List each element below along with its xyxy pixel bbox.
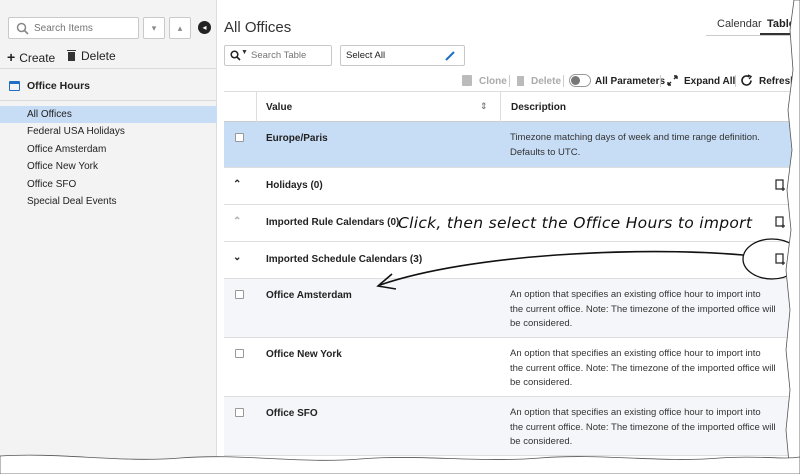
group-label: Holidays (0) <box>266 180 323 191</box>
sidebar-item-office-amsterdam[interactable]: Office Amsterdam <box>0 141 217 158</box>
add-row-icon[interactable] <box>775 179 786 191</box>
row-value: Office New York <box>266 349 342 360</box>
trash-icon <box>517 76 524 86</box>
plus-icon: + <box>7 49 16 65</box>
row-value: Office Amsterdam <box>266 290 352 301</box>
group-label: Imported Schedule Calendars (3) <box>266 254 423 265</box>
chevron-up-icon[interactable]: ⌃ <box>233 216 241 227</box>
chevron-up-icon[interactable]: ⌃ <box>233 179 241 190</box>
clone-icon <box>462 75 472 86</box>
trash-icon <box>67 50 76 61</box>
page-title: All Offices <box>224 19 292 36</box>
search-icon <box>230 50 241 61</box>
refresh-icon <box>741 74 753 86</box>
chevron-down-icon[interactable]: ▾ <box>143 17 165 39</box>
row-description: An option that specifies an existing off… <box>510 407 776 447</box>
sidebar-item-office-new-york[interactable]: Office New York <box>0 158 217 175</box>
sidebar-item-special-deal-events[interactable]: Special Deal Events <box>0 193 217 210</box>
expand-icon <box>667 75 678 86</box>
delete-label: Delete <box>81 49 116 63</box>
column-divider <box>500 92 501 122</box>
row-checkbox[interactable] <box>235 290 244 299</box>
group-row-holidays[interactable]: ⌃ Holidays (0) <box>224 168 800 205</box>
sidebar-item-all-offices[interactable]: All Offices <box>0 106 217 123</box>
refresh-button[interactable]: Refresh <box>759 76 796 87</box>
row-checkbox[interactable] <box>235 349 244 358</box>
chevron-up-icon[interactable]: ▴ <box>169 17 191 39</box>
collapse-icon[interactable]: ◂ <box>198 21 211 34</box>
row-description: An option that specifies an existing off… <box>510 348 776 388</box>
row-value: Office SFO <box>266 408 318 419</box>
all-parameters-label: All Parameters <box>595 76 666 87</box>
chevron-down-icon[interactable]: ⌄ <box>233 252 241 263</box>
annotation-callout: Click, then select the Office Hours to i… <box>398 214 753 232</box>
section-office-hours[interactable]: Office Hours <box>0 69 217 100</box>
table-row[interactable]: Office SFO An option that specifies an e… <box>224 397 800 456</box>
tab-table[interactable]: Table <box>767 18 795 30</box>
group-label: Imported Rule Calendars (0) <box>266 217 400 228</box>
row-checkbox[interactable] <box>235 133 244 142</box>
create-button[interactable]: + Create <box>7 49 55 65</box>
tab-calendar[interactable]: Calendar <box>717 18 762 30</box>
add-row-icon[interactable] <box>775 253 786 265</box>
sidebar-item-office-sfo[interactable]: Office SFO <box>0 176 217 193</box>
delete-row-button[interactable]: Delete <box>531 76 561 87</box>
divider <box>0 100 217 101</box>
all-parameters-toggle[interactable] <box>569 74 591 87</box>
table-header: Value ⇕ Description <box>224 91 800 122</box>
column-header-value[interactable]: Value <box>266 102 292 113</box>
group-row-imported-schedule-calendars[interactable]: ⌄ Imported Schedule Calendars (3) <box>224 242 800 279</box>
table-row[interactable]: Office New York An option that specifies… <box>224 338 800 397</box>
add-row-icon[interactable] <box>775 216 786 228</box>
column-divider <box>256 92 257 122</box>
column-header-description[interactable]: Description <box>511 102 566 113</box>
clone-button[interactable]: Clone <box>479 76 507 87</box>
select-all-dropdown[interactable]: Select All <box>340 45 465 66</box>
table-row[interactable]: Europe/Paris Timezone matching days of w… <box>224 122 800 168</box>
pencil-icon[interactable] <box>445 51 455 61</box>
divider <box>735 75 736 87</box>
active-tab-indicator <box>760 33 800 35</box>
table-row[interactable]: Office Amsterdam An option that specifie… <box>224 279 800 338</box>
table-search-input[interactable] <box>251 49 329 62</box>
table-search-box[interactable]: ▼ <box>224 45 332 66</box>
sidebar-search-input[interactable] <box>34 21 134 35</box>
sort-icon[interactable]: ⇕ <box>480 101 488 112</box>
delete-button[interactable]: Delete <box>67 49 116 63</box>
divider <box>660 75 661 87</box>
toggle-knob <box>571 76 580 85</box>
row-value: Europe/Paris <box>266 133 328 144</box>
sidebar-item-federal-usa-holidays[interactable]: Federal USA Holidays <box>0 123 217 140</box>
select-all-label: Select All <box>346 50 386 61</box>
divider <box>563 75 564 87</box>
tabs-divider <box>706 35 800 36</box>
section-title: Office Hours <box>27 80 91 92</box>
chevron-down-icon[interactable]: ▼ <box>241 49 248 56</box>
sidebar-search-box[interactable] <box>8 17 139 39</box>
divider <box>509 75 510 87</box>
create-label: Create <box>19 51 56 65</box>
row-description: Timezone matching days of week and time … <box>510 132 760 158</box>
row-checkbox[interactable] <box>235 408 244 417</box>
sidebar: ▾ ▴ ◂ +Create Delete Office Hours All Of… <box>0 0 217 474</box>
search-icon <box>16 22 29 35</box>
expand-all-button[interactable]: Expand All <box>684 76 735 87</box>
calendar-icon <box>9 81 20 91</box>
row-description: An option that specifies an existing off… <box>510 289 776 329</box>
